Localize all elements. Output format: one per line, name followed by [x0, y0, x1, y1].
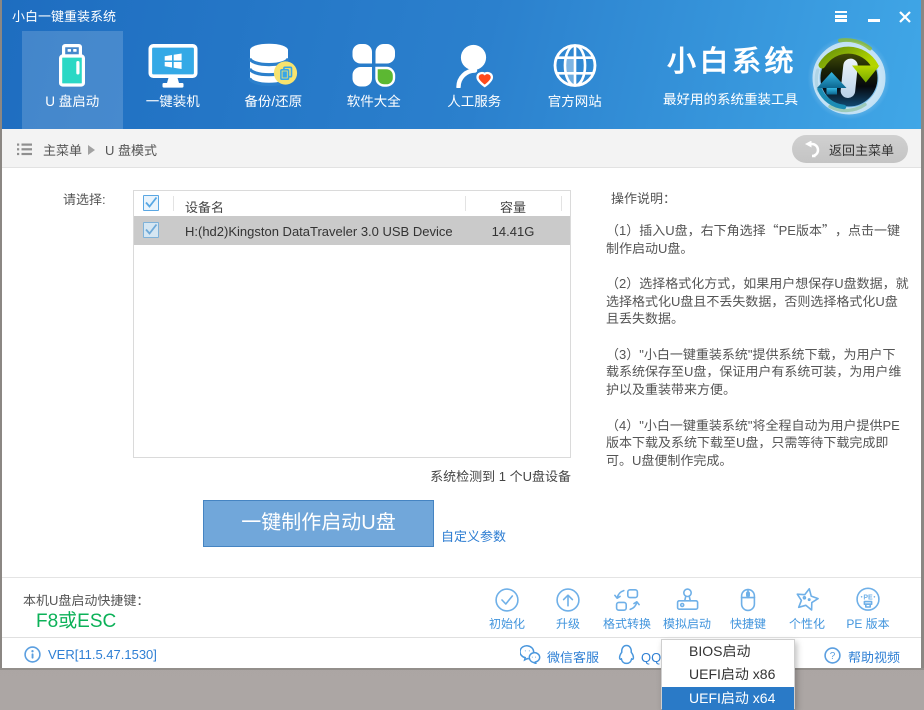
svg-text:PE: PE [863, 594, 873, 601]
svg-text:?: ? [830, 651, 836, 662]
